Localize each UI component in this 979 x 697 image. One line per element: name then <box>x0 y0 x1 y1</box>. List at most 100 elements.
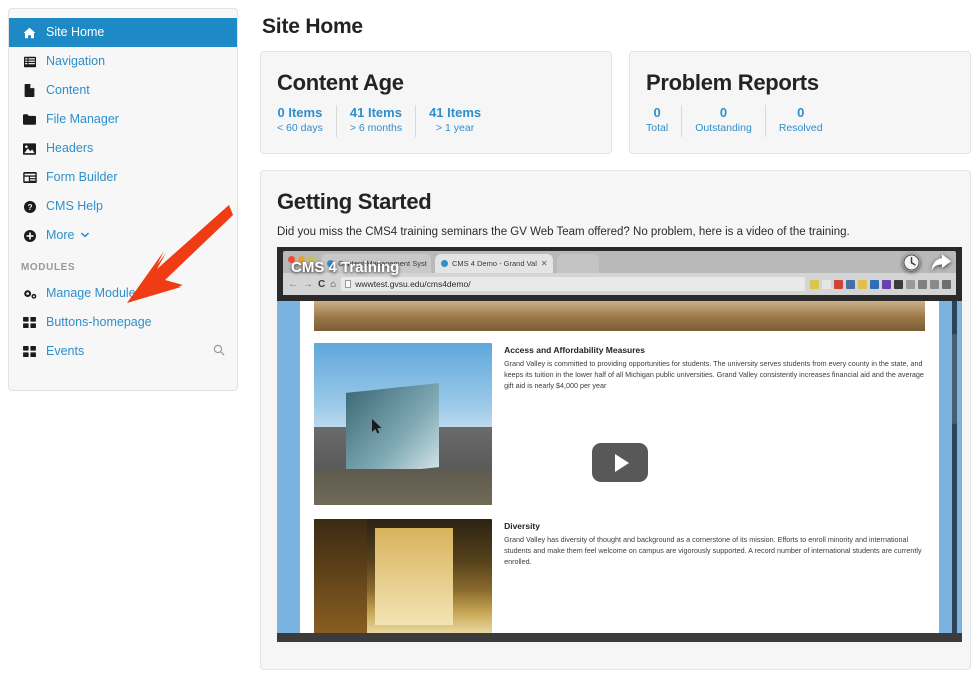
stat-value: 41 Items <box>349 105 402 120</box>
play-icon <box>614 453 629 472</box>
sidebar-item-label: Navigation <box>46 54 106 69</box>
sidebar-item-more[interactable]: More <box>9 221 237 250</box>
article-body: Grand Valley has diversity of thought an… <box>504 535 922 566</box>
back-icon[interactable]: ← <box>288 279 298 290</box>
sidebar-item-label: Form Builder <box>46 170 118 185</box>
article-heading: Diversity <box>504 521 540 531</box>
extension-icon[interactable] <box>918 279 927 289</box>
sidebar-item-manage-modules[interactable]: Manage Modules <box>9 279 237 308</box>
stat-label: > 1 year <box>435 122 475 135</box>
plus-circle-icon <box>21 229 38 243</box>
browser-tab-new[interactable] <box>557 254 599 273</box>
card-getting-started: Getting Started Did you miss the CMS4 tr… <box>260 170 971 670</box>
training-video-player[interactable]: Content Management Syst ✕ CMS 4 Demo - G… <box>277 247 962 642</box>
sidebar-item-site-home[interactable]: Site Home <box>9 18 237 47</box>
extension-icon[interactable] <box>882 279 891 289</box>
extension-icon[interactable] <box>894 279 903 289</box>
favicon-icon <box>441 260 448 267</box>
home-icon <box>21 26 38 40</box>
browser-extension-icons <box>810 279 951 289</box>
folder-icon <box>21 113 38 127</box>
sidebar-item-label: Buttons-homepage <box>46 315 152 330</box>
share-arrow-icon[interactable] <box>930 253 952 277</box>
sidebar-item-cms-help[interactable]: ? CMS Help <box>9 192 237 221</box>
gears-icon <box>21 287 38 301</box>
page-right-gutter <box>938 301 962 633</box>
sidebar-item-label: More <box>46 228 75 243</box>
extension-icon[interactable] <box>810 279 819 289</box>
main-content: Site Home Content Age 0 Items < 60 days … <box>238 0 979 697</box>
play-button[interactable] <box>591 443 648 482</box>
clock-icon[interactable] <box>902 253 921 277</box>
browser-urlbar: ← → C ⌂ wwwtest.gvsu.edu/cms4demo/ <box>283 273 956 295</box>
sidebar-item-content[interactable]: Content <box>9 76 237 105</box>
card-content-age: Content Age 0 Items < 60 days 41 Items >… <box>260 51 612 154</box>
reload-icon[interactable]: C <box>318 279 325 290</box>
home-icon[interactable]: ⌂ <box>330 279 336 290</box>
page-info-icon <box>345 280 352 288</box>
stat-value: 0 <box>719 105 728 120</box>
bookmark-star-icon[interactable] <box>822 279 831 289</box>
sidebar-section-title: MODULES <box>21 262 76 273</box>
sidebar-item-label: CMS Help <box>46 199 103 214</box>
grid-icon <box>21 316 38 330</box>
browser-tab[interactable]: CMS 4 Demo - Grand Val ✕ <box>435 254 553 273</box>
search-icon[interactable] <box>213 344 225 359</box>
stat-item[interactable]: 0 Items < 60 days <box>277 105 336 137</box>
chevron-down-icon <box>80 232 90 239</box>
stat-item[interactable]: 41 Items > 1 year <box>415 105 494 137</box>
stat-item[interactable]: 41 Items > 6 months <box>335 105 415 137</box>
app-root: Site Home Navigation Content File Manage… <box>0 0 979 697</box>
stat-label: > 6 months <box>349 122 403 135</box>
extension-icon[interactable] <box>846 279 855 289</box>
extension-icon[interactable] <box>930 279 939 289</box>
image-icon <box>21 142 38 156</box>
file-icon <box>21 84 38 98</box>
page-scrollbar-thumb[interactable] <box>952 334 957 424</box>
browser-tab-title: CMS 4 Demo - Grand Val <box>452 259 537 268</box>
question-circle-icon: ? <box>21 200 38 214</box>
card-title: Content Age <box>277 70 404 95</box>
extension-icon[interactable] <box>870 279 879 289</box>
article-heading: Access and Affordability Measures <box>504 345 646 355</box>
video-overlay-actions <box>902 253 952 277</box>
sidebar-item-file-manager[interactable]: File Manager <box>9 105 237 134</box>
page-left-gutter <box>277 301 301 633</box>
close-icon[interactable]: ✕ <box>541 259 548 268</box>
extension-icon[interactable] <box>834 279 843 289</box>
article-text: Diversity Grand Valley has diversity of … <box>504 519 925 633</box>
getting-started-description: Did you miss the CMS4 training seminars … <box>277 226 850 238</box>
stat-value: 41 Items <box>429 105 482 120</box>
stat-item[interactable]: 0 Outstanding <box>681 105 765 137</box>
sidebar-item-label: Events <box>46 344 85 359</box>
address-bar-value: wwwtest.gvsu.edu/cms4demo/ <box>355 279 471 289</box>
stat-label: < 60 days <box>277 122 323 135</box>
video-overlay-title: CMS 4 Training <box>291 259 400 276</box>
sidebar-item-buttons-homepage[interactable]: Buttons-homepage <box>9 308 237 337</box>
stat-item[interactable]: 0 Resolved <box>764 105 836 137</box>
list-icon <box>21 55 38 69</box>
sidebar-item-events[interactable]: Events <box>9 337 237 366</box>
card-problem-reports: Problem Reports 0 Total 0 Outstanding 0 … <box>629 51 971 154</box>
stat-label: Outstanding <box>695 122 752 135</box>
article-row: Diversity Grand Valley has diversity of … <box>300 519 939 633</box>
mouse-cursor-icon <box>372 419 383 439</box>
sidebar-item-headers[interactable]: Headers <box>9 134 237 163</box>
stat-item[interactable]: 0 Total <box>646 105 681 137</box>
sidebar-item-navigation[interactable]: Navigation <box>9 47 237 76</box>
menu-icon[interactable] <box>942 279 951 289</box>
extension-icon[interactable] <box>858 279 867 289</box>
card-title: Problem Reports <box>646 70 819 95</box>
sidebar-item-label: Content <box>46 83 90 98</box>
article-body: Grand Valley is committed to providing o… <box>504 359 924 390</box>
stat-value: 0 Items <box>277 105 323 120</box>
svg-text:?: ? <box>27 203 32 212</box>
article-photo <box>314 343 493 505</box>
stats-group: 0 Items < 60 days 41 Items > 6 months 41… <box>277 105 595 137</box>
sidebar-item-form-builder[interactable]: Form Builder <box>9 163 237 192</box>
address-bar[interactable]: wwwtest.gvsu.edu/cms4demo/ <box>341 277 805 291</box>
stat-label: Total <box>646 122 669 135</box>
forward-icon[interactable]: → <box>303 279 313 290</box>
extension-icon[interactable] <box>906 279 915 289</box>
stat-value: 0 <box>653 105 661 120</box>
